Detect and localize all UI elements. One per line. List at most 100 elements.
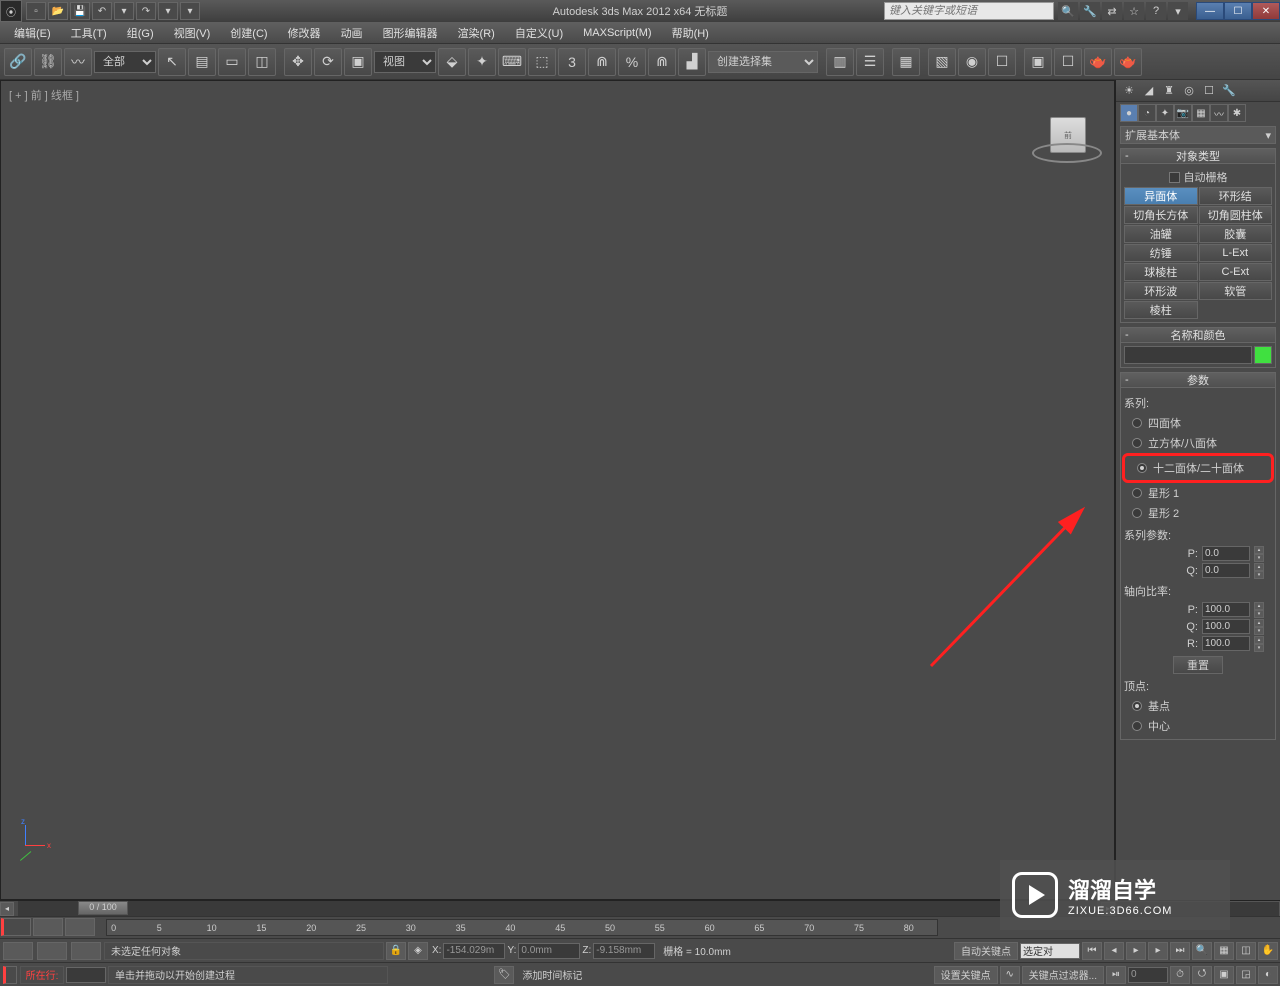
- spacewarps-tab[interactable]: 〰: [1210, 104, 1228, 122]
- nav-zoom-ext-icon[interactable]: ▣: [1214, 966, 1234, 984]
- display-panel-tab[interactable]: ☐: [1200, 82, 1218, 100]
- ap-up-icon[interactable]: ▴: [1254, 602, 1264, 610]
- help-drop-icon[interactable]: ▾: [1168, 2, 1188, 20]
- new-icon[interactable]: ▫: [26, 2, 46, 20]
- set-key-button[interactable]: 设置关键点: [934, 966, 998, 984]
- manipulate-icon[interactable]: ✦: [468, 48, 496, 76]
- status-key-btn2[interactable]: [37, 942, 67, 960]
- chamferbox-button[interactable]: 切角长方体: [1124, 206, 1198, 224]
- nav-zoom-icon[interactable]: 🔍: [1192, 942, 1212, 960]
- motion-panel-tab[interactable]: ◎: [1180, 82, 1198, 100]
- nav-wheel-icon[interactable]: ◐: [1258, 966, 1278, 984]
- named-selection-set[interactable]: 创建选择集: [708, 51, 818, 73]
- object-color-swatch[interactable]: [1254, 346, 1272, 364]
- prism-button[interactable]: 棱柱: [1124, 301, 1198, 319]
- select-region-icon[interactable]: ▭: [218, 48, 246, 76]
- capsule-button[interactable]: 胶囊: [1199, 225, 1273, 243]
- nav-fov-icon[interactable]: ◫: [1236, 942, 1256, 960]
- menu-grapheditors[interactable]: 图形编辑器: [373, 22, 448, 43]
- menu-tools[interactable]: 工具(T): [61, 22, 117, 43]
- ref-coord-system[interactable]: 视图: [374, 51, 436, 73]
- menu-create[interactable]: 创建(C): [220, 22, 277, 43]
- nav-max-viewport-icon[interactable]: ◲: [1236, 966, 1256, 984]
- next-frame-icon[interactable]: ▸: [1148, 942, 1168, 960]
- qat-customize-icon[interactable]: ▾: [180, 2, 200, 20]
- family-dodec-icos-radio[interactable]: 十二面体/二十面体: [1129, 458, 1267, 478]
- category-dropdown[interactable]: 扩展基本体▾: [1120, 126, 1276, 144]
- menu-maxscript[interactable]: MAXScript(M): [573, 22, 661, 43]
- menu-views[interactable]: 视图(V): [164, 22, 221, 43]
- y-coord-input[interactable]: [518, 943, 580, 959]
- p-spinner[interactable]: [1202, 546, 1250, 561]
- q-up-icon[interactable]: ▴: [1254, 563, 1264, 571]
- axis-p-spinner[interactable]: [1202, 602, 1250, 617]
- family-tetra-radio[interactable]: 四面体: [1124, 413, 1272, 433]
- autogrid-checkbox[interactable]: [1169, 172, 1180, 183]
- link-icon[interactable]: 🔗: [4, 48, 32, 76]
- family-cube-octa-radio[interactable]: 立方体/八面体: [1124, 433, 1272, 453]
- save-icon[interactable]: 💾: [70, 2, 90, 20]
- redo-icon[interactable]: ↷: [136, 2, 156, 20]
- vertex-center-radio[interactable]: 中心: [1124, 716, 1272, 736]
- key-toggle-icon[interactable]: [65, 918, 95, 936]
- bind-spacewarp-icon[interactable]: 〰: [64, 48, 92, 76]
- menu-edit[interactable]: 编辑(E): [4, 22, 61, 43]
- rendered-frame-icon[interactable]: ▣: [1024, 48, 1052, 76]
- time-scroll-left[interactable]: ◂: [0, 902, 14, 916]
- family-star1-radio[interactable]: 星形 1: [1124, 483, 1272, 503]
- current-frame-input[interactable]: [1128, 967, 1168, 983]
- app-logo[interactable]: ⦿: [0, 0, 22, 22]
- comm-icon[interactable]: 🔧: [1080, 2, 1100, 20]
- rollout-object-type[interactable]: -对象类型: [1120, 148, 1276, 164]
- ap-down-icon[interactable]: ▾: [1254, 610, 1264, 618]
- key-mode-toggle-icon[interactable]: ⏯: [1106, 966, 1126, 984]
- lock-icon[interactable]: 🔒: [386, 942, 406, 960]
- help-icon[interactable]: ?: [1146, 2, 1166, 20]
- prev-frame-icon[interactable]: ◂: [1104, 942, 1124, 960]
- ar-down-icon[interactable]: ▾: [1254, 644, 1264, 652]
- time-slider-handle[interactable]: 0 / 100: [78, 901, 128, 915]
- status-key-btn[interactable]: [3, 942, 33, 960]
- key-mode-icon[interactable]: [33, 918, 63, 936]
- menu-animation[interactable]: 动画: [331, 22, 373, 43]
- nav-orbit-icon[interactable]: ⭯: [1192, 966, 1212, 984]
- menu-rendering[interactable]: 渲染(R): [448, 22, 505, 43]
- favorite-icon[interactable]: ☆: [1124, 2, 1144, 20]
- angle-snap-icon[interactable]: 3: [558, 48, 586, 76]
- menu-customize[interactable]: 自定义(U): [505, 22, 573, 43]
- play-icon[interactable]: ▸: [1126, 942, 1146, 960]
- nav-pan-icon[interactable]: ✋: [1258, 942, 1278, 960]
- time-ruler[interactable]: 0 5 10 15 20 25 30 35 40 45 50 55 60 65 …: [106, 919, 938, 936]
- geometry-tab[interactable]: ●: [1120, 104, 1138, 122]
- open-icon[interactable]: 📂: [48, 2, 68, 20]
- unlink-icon[interactable]: ⛓: [34, 48, 62, 76]
- scale-icon[interactable]: ▣: [344, 48, 372, 76]
- schematic-view-icon[interactable]: ▧: [928, 48, 956, 76]
- curve-editor-icon[interactable]: ▦: [892, 48, 920, 76]
- viewcube[interactable]: 前: [1038, 111, 1098, 171]
- family-star2-radio[interactable]: 星形 2: [1124, 503, 1272, 523]
- ar-up-icon[interactable]: ▴: [1254, 636, 1264, 644]
- ringwave-button[interactable]: 环形波: [1124, 282, 1198, 300]
- select-object-icon[interactable]: ↖: [158, 48, 186, 76]
- goto-start-icon[interactable]: ⏮: [1082, 942, 1102, 960]
- goto-end-icon[interactable]: ⏭: [1170, 942, 1190, 960]
- menu-help[interactable]: 帮助(H): [662, 22, 719, 43]
- selection-filter[interactable]: 全部: [94, 51, 156, 73]
- redo-drop-icon[interactable]: ▾: [158, 2, 178, 20]
- key-selection-set[interactable]: 选定对: [1020, 943, 1080, 959]
- pivot-icon[interactable]: ⬙: [438, 48, 466, 76]
- percent-snap-icon[interactable]: ⋒: [588, 48, 616, 76]
- q-down-icon[interactable]: ▾: [1254, 571, 1264, 579]
- hierarchy-panel-tab[interactable]: ♜: [1160, 82, 1178, 100]
- render-iterative-icon[interactable]: 🫖: [1084, 48, 1112, 76]
- gengon-button[interactable]: 球棱柱: [1124, 263, 1198, 281]
- material-editor-icon[interactable]: ◉: [958, 48, 986, 76]
- isolate-icon[interactable]: ◈: [408, 942, 428, 960]
- shapes-tab[interactable]: ◔: [1138, 104, 1156, 122]
- z-coord-input[interactable]: [593, 943, 655, 959]
- axis-q-spinner[interactable]: [1202, 619, 1250, 634]
- helpers-tab[interactable]: ▦: [1192, 104, 1210, 122]
- object-name-input[interactable]: [1124, 346, 1252, 364]
- infocenter-icon[interactable]: 🔍: [1058, 2, 1078, 20]
